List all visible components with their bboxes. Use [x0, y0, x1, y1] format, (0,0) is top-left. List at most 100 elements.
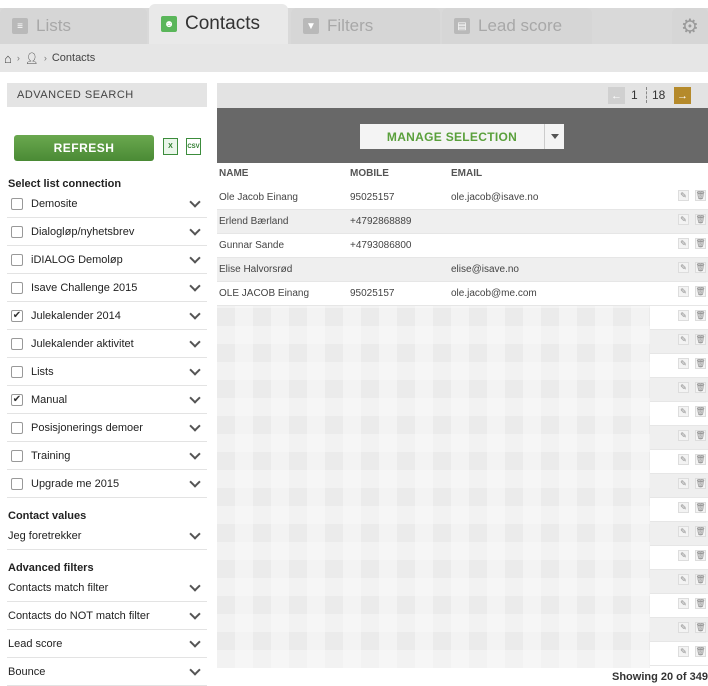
edit-icon[interactable]: ✎ [678, 622, 689, 633]
checkbox[interactable] [11, 197, 23, 210]
delete-icon[interactable]: 🗑︎ [695, 430, 706, 441]
edit-icon[interactable]: ✎ [678, 526, 689, 537]
advanced-filter-item[interactable]: Bounce [7, 658, 207, 686]
list-item[interactable]: ✔ Manual [7, 386, 207, 414]
chevron-down-icon[interactable] [189, 196, 201, 208]
delete-icon[interactable]: 🗑︎ [695, 262, 706, 273]
advanced-filter-item[interactable]: Contacts match filter [7, 574, 207, 602]
list-item[interactable]: ✔ Julekalender 2014 [7, 302, 207, 330]
column-header-name[interactable]: NAME [219, 168, 248, 179]
table-row[interactable]: Elise Halvorsrød elise@isave.no ✎ 🗑︎ [217, 258, 708, 282]
delete-icon[interactable]: 🗑︎ [695, 406, 706, 417]
column-header-email[interactable]: EMAIL [451, 168, 482, 179]
edit-icon[interactable]: ✎ [678, 358, 689, 369]
checkbox[interactable] [11, 337, 23, 350]
edit-icon[interactable]: ✎ [678, 430, 689, 441]
tab-contacts[interactable]: ☻ Contacts [149, 4, 288, 44]
checkbox[interactable] [11, 449, 23, 462]
manage-selection-button[interactable]: MANAGE SELECTION [360, 124, 544, 149]
checkbox[interactable] [11, 421, 23, 434]
chevron-down-icon[interactable] [189, 608, 201, 620]
chevron-down-icon[interactable] [189, 636, 201, 648]
checkbox[interactable] [11, 365, 23, 378]
list-item[interactable]: Training [7, 442, 207, 470]
chevron-down-icon[interactable] [189, 336, 201, 348]
table-row[interactable]: Gunnar Sande +4793086800 ✎ 🗑︎ [217, 234, 708, 258]
column-header-mobile[interactable]: MOBILE [350, 168, 389, 179]
edit-icon[interactable]: ✎ [678, 406, 689, 417]
excel-export-icon[interactable]: X [163, 138, 178, 155]
prev-page-button[interactable]: ← [608, 87, 625, 104]
list-item[interactable]: Demosite [7, 190, 207, 218]
list-item[interactable]: Julekalender aktivitet [7, 330, 207, 358]
list-item[interactable]: Posisjonerings demoer [7, 414, 207, 442]
edit-icon[interactable]: ✎ [678, 574, 689, 585]
checkbox[interactable] [11, 281, 23, 294]
list-item[interactable]: Upgrade me 2015 [7, 470, 207, 498]
delete-icon[interactable]: 🗑︎ [695, 334, 706, 345]
delete-icon[interactable]: 🗑︎ [695, 550, 706, 561]
checkbox[interactable] [11, 225, 23, 238]
delete-icon[interactable]: 🗑︎ [695, 502, 706, 513]
tab-filters[interactable]: ▼ Filters [291, 8, 440, 44]
refresh-button[interactable]: REFRESH [14, 135, 154, 161]
delete-icon[interactable]: 🗑︎ [695, 286, 706, 297]
delete-icon[interactable]: 🗑︎ [695, 190, 706, 201]
chevron-down-icon[interactable] [189, 580, 201, 592]
table-row[interactable]: Ole Jacob Einang 95025157 ole.jacob@isav… [217, 186, 708, 210]
edit-icon[interactable]: ✎ [678, 598, 689, 609]
delete-icon[interactable]: 🗑︎ [695, 454, 706, 465]
advanced-filter-item[interactable]: Lead score [7, 630, 207, 658]
edit-icon[interactable]: ✎ [678, 550, 689, 561]
csv-export-icon[interactable]: CSV [186, 138, 201, 155]
edit-icon[interactable]: ✎ [678, 478, 689, 489]
chevron-down-icon[interactable] [189, 392, 201, 404]
delete-icon[interactable]: 🗑︎ [695, 574, 706, 585]
edit-icon[interactable]: ✎ [678, 310, 689, 321]
delete-icon[interactable]: 🗑︎ [695, 382, 706, 393]
chevron-down-icon[interactable] [189, 664, 201, 676]
delete-icon[interactable]: 🗑︎ [695, 622, 706, 633]
delete-icon[interactable]: 🗑︎ [695, 238, 706, 249]
tab-lead-score[interactable]: ▤ Lead score [442, 8, 592, 44]
edit-icon[interactable]: ✎ [678, 262, 689, 273]
edit-icon[interactable]: ✎ [678, 334, 689, 345]
delete-icon[interactable]: 🗑︎ [695, 310, 706, 321]
delete-icon[interactable]: 🗑︎ [695, 358, 706, 369]
list-item[interactable]: Lists [7, 358, 207, 386]
list-item[interactable]: iDIALOG Demoløp [7, 246, 207, 274]
chevron-down-icon[interactable] [189, 420, 201, 432]
list-item[interactable]: Isave Challenge 2015 [7, 274, 207, 302]
edit-icon[interactable]: ✎ [678, 646, 689, 657]
delete-icon[interactable]: 🗑︎ [695, 598, 706, 609]
delete-icon[interactable]: 🗑︎ [695, 526, 706, 537]
edit-icon[interactable]: ✎ [678, 238, 689, 249]
list-item[interactable]: Dialogløp/nyhetsbrev [7, 218, 207, 246]
settings-button[interactable]: ⚙ [672, 8, 708, 44]
checkbox-checked[interactable]: ✔ [11, 309, 23, 322]
delete-icon[interactable]: 🗑︎ [695, 214, 706, 225]
edit-icon[interactable]: ✎ [678, 454, 689, 465]
chevron-down-icon[interactable] [189, 364, 201, 376]
chevron-down-icon[interactable] [189, 308, 201, 320]
table-row[interactable]: OLE JACOB Einang 95025157 ole.jacob@me.c… [217, 282, 708, 306]
user-icon[interactable]: 👤︎ [25, 52, 39, 65]
chevron-down-icon[interactable] [189, 476, 201, 488]
delete-icon[interactable]: 🗑︎ [695, 478, 706, 489]
edit-icon[interactable]: ✎ [678, 502, 689, 513]
edit-icon[interactable]: ✎ [678, 214, 689, 225]
manage-selection-dropdown[interactable] [544, 124, 564, 149]
checkbox[interactable] [11, 253, 23, 266]
delete-icon[interactable]: 🗑︎ [695, 646, 706, 657]
checkbox[interactable] [11, 477, 23, 490]
edit-icon[interactable]: ✎ [678, 382, 689, 393]
advanced-filter-item[interactable]: Contacts do NOT match filter [7, 602, 207, 630]
tab-lists[interactable]: ≡ Lists [0, 8, 147, 44]
edit-icon[interactable]: ✎ [678, 190, 689, 201]
chevron-down-icon[interactable] [189, 448, 201, 460]
home-icon[interactable]: ⌂ [4, 51, 12, 66]
table-row[interactable]: Erlend Bærland +4792868889 ✎ 🗑︎ [217, 210, 708, 234]
chevron-down-icon[interactable] [189, 224, 201, 236]
chevron-down-icon[interactable] [189, 528, 201, 540]
contact-value-item[interactable]: Jeg foretrekker [7, 522, 207, 550]
